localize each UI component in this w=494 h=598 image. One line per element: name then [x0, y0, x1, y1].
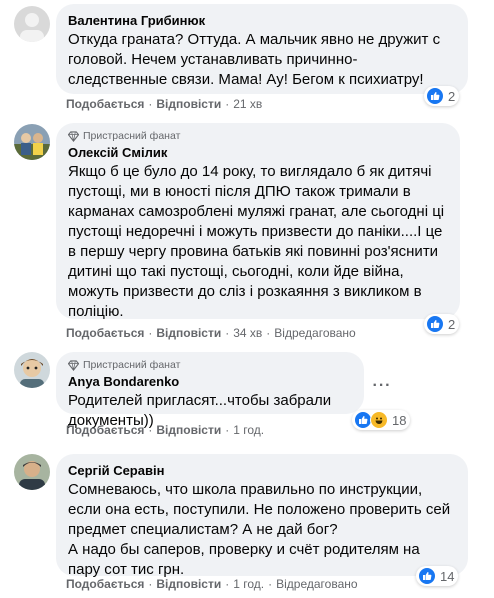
separator: ·: [148, 577, 153, 591]
diamond-icon: [68, 359, 79, 371]
comment-author[interactable]: Олексій Смілик: [68, 144, 448, 161]
edited-label[interactable]: Відредаговано: [276, 576, 357, 592]
comment-time[interactable]: 1 год.: [233, 422, 264, 438]
separator: ·: [268, 577, 273, 591]
like-icon: [426, 87, 444, 105]
comment-bubble: Пристрасний фанат Anya Bondarenko Родите…: [56, 352, 364, 429]
separator: ·: [148, 97, 153, 111]
like-icon: [418, 567, 436, 585]
separator: ·: [225, 97, 230, 111]
edited-label[interactable]: Відредаговано: [274, 325, 355, 341]
comment-bubble: Валентина Грибинюк Откуда граната? Оттуд…: [56, 4, 468, 94]
comment-author[interactable]: Сергій Серавін: [68, 462, 456, 479]
separator: ·: [148, 423, 153, 437]
reply-button[interactable]: Відповісти: [156, 422, 221, 438]
comment-time[interactable]: 1 год.: [233, 576, 264, 592]
avatar[interactable]: [14, 352, 50, 388]
diamond-icon: [68, 130, 79, 142]
fan-badge-label: Пристрасний фанат: [83, 130, 181, 142]
separator: ·: [225, 423, 230, 437]
separator: ·: [266, 326, 271, 340]
comment-text: Откуда граната? Оттуда. А мальчик явно н…: [68, 31, 441, 88]
comment-author[interactable]: Валентина Грибинюк: [68, 12, 456, 29]
separator: ·: [225, 326, 230, 340]
comment-bubble: Пристрасний фанат Олексій Смілик Якщо б …: [56, 123, 460, 320]
comment-actions: Подобається · Відповісти · 1 год. · Відр…: [66, 576, 358, 592]
avatar[interactable]: [14, 6, 50, 42]
haha-icon: [370, 411, 388, 429]
separator: ·: [225, 577, 230, 591]
like-button[interactable]: Подобається: [66, 96, 144, 112]
like-button[interactable]: Подобається: [66, 325, 144, 341]
fan-badge-label: Пристрасний фанат: [83, 359, 181, 371]
reactions-summary[interactable]: 14: [416, 566, 459, 586]
avatar[interactable]: [14, 454, 50, 490]
like-icon: [426, 315, 444, 333]
reactions-summary[interactable]: 2: [424, 314, 460, 334]
reaction-count: 14: [440, 568, 455, 584]
comment-actions: Подобається · Відповісти · 34 хв · Відре…: [66, 325, 356, 341]
reactions-summary[interactable]: 2: [424, 86, 460, 106]
comment-time[interactable]: 21 хв: [233, 96, 262, 112]
reaction-count: 2: [448, 88, 456, 104]
comment-time[interactable]: 34 хв: [233, 325, 262, 341]
reply-button[interactable]: Відповісти: [156, 576, 221, 592]
comment-actions: Подобається · Відповісти · 1 год.: [66, 422, 264, 438]
fan-badge[interactable]: Пристрасний фанат: [68, 129, 448, 143]
reactions-summary[interactable]: 18: [352, 410, 411, 430]
fan-badge[interactable]: Пристрасний фанат: [68, 358, 352, 372]
comment-actions: Подобається · Відповісти · 21 хв: [66, 96, 262, 112]
reaction-count: 18: [392, 412, 407, 428]
comment-text: Сомневаюсь, что школа правильно по инстр…: [68, 481, 451, 578]
comment-text: Якщо б це було до 14 року, то виглядало …: [68, 163, 445, 320]
separator: ·: [148, 326, 153, 340]
comment-author[interactable]: Anya Bondarenko: [68, 373, 352, 390]
like-button[interactable]: Подобається: [66, 576, 144, 592]
like-button[interactable]: Подобається: [66, 422, 144, 438]
reaction-count: 2: [448, 316, 456, 332]
comment-bubble: Сергій Серавін Сомневаюсь, что школа пра…: [56, 454, 468, 578]
reply-button[interactable]: Відповісти: [156, 96, 221, 112]
reply-button[interactable]: Відповісти: [156, 325, 221, 341]
more-options-icon[interactable]: ···: [370, 374, 394, 398]
avatar[interactable]: [14, 124, 50, 160]
